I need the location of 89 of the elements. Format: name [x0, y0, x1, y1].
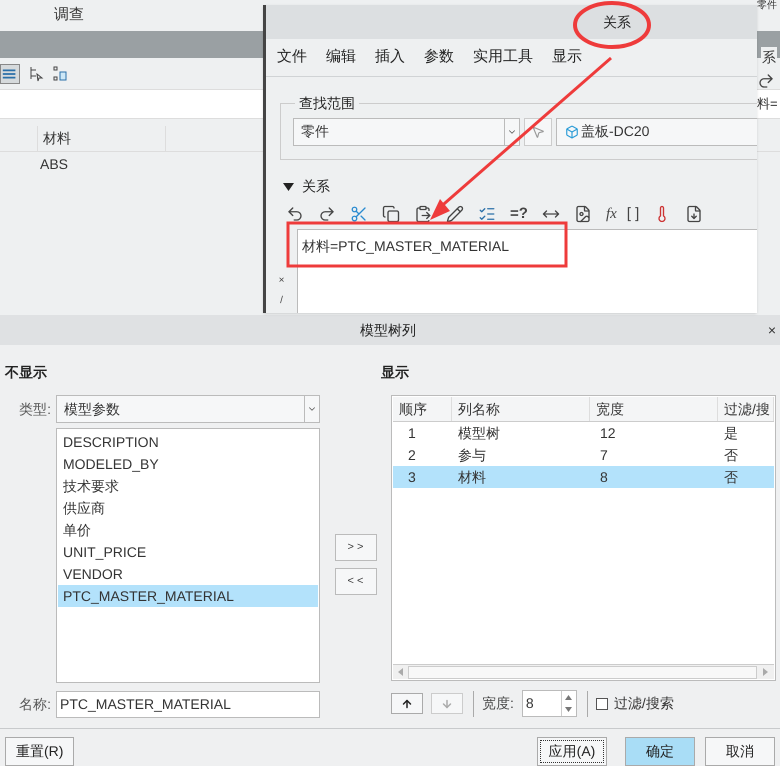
field-label: 名称:	[18, 695, 51, 714]
tab-label[interactable]: 调查	[54, 4, 84, 27]
column-header[interactable]: 列名称	[452, 397, 590, 421]
list-item[interactable]: PTC_MASTER_MATERIAL	[58, 585, 318, 607]
table-cell-text: 8	[599, 468, 609, 486]
list-item[interactable]: 技术要求	[58, 475, 318, 497]
section-label: 关系	[302, 177, 330, 196]
relation-editor[interactable]: 材料=PTC_MASTER_MATERIAL	[297, 229, 757, 313]
relation-text: 材料=PTC_MASTER_MATERIAL	[302, 238, 510, 254]
table-cell-text: 参与	[457, 446, 487, 464]
ok-button[interactable]: 确定	[625, 737, 695, 766]
menu-item[interactable]: 实用工具	[473, 46, 533, 69]
table-cell-text: 12	[599, 424, 617, 442]
list-item[interactable]: 单价	[58, 519, 318, 541]
pencil-icon[interactable]	[446, 205, 464, 223]
down-arrow-icon	[441, 698, 453, 710]
relation-text: 料=	[757, 95, 778, 113]
table-row[interactable]: 2 参与 7 否	[393, 444, 774, 466]
window-title: 关系	[603, 12, 631, 32]
part-icon	[565, 124, 579, 138]
panel-label: 零件	[757, 0, 777, 11]
select-button[interactable]	[524, 118, 552, 146]
redo-icon[interactable]	[757, 72, 775, 90]
menu-item[interactable]: 文件	[277, 46, 307, 69]
menu-item[interactable]: 插入	[375, 46, 405, 69]
collapse-triangle-icon[interactable]	[283, 182, 294, 190]
column-header[interactable]: 过滤/搜	[718, 397, 774, 421]
list-item[interactable]: MODELED_BY	[58, 453, 318, 475]
tree-columns-icon[interactable]	[52, 66, 68, 82]
copy-icon[interactable]	[382, 205, 400, 223]
down-arrow-icon[interactable]	[565, 707, 572, 712]
tree-filter-icon[interactable]	[28, 66, 44, 82]
table-cell-text: 3	[407, 468, 417, 486]
gutter-mark: ×	[278, 275, 284, 287]
list-item[interactable]: UNIT_PRICE	[58, 541, 318, 563]
field-label: 宽度:	[482, 694, 514, 713]
layers-icon[interactable]	[0, 64, 20, 84]
column-header[interactable]: 顺序	[393, 397, 452, 421]
cancel-button[interactable]: 取消	[705, 737, 775, 766]
gutter-mark: /	[280, 295, 283, 307]
filter-checkbox[interactable]	[596, 698, 608, 710]
table-row[interactable]: 3 材料 8 否	[393, 466, 774, 488]
undo-icon[interactable]	[286, 205, 304, 223]
evaluate-tool[interactable]: =?	[510, 202, 528, 226]
redo-icon[interactable]	[318, 205, 336, 223]
function-tool[interactable]: fx	[606, 202, 617, 226]
table-cell-text: 7	[599, 446, 609, 464]
column-header[interactable]: 宽度	[590, 397, 718, 421]
type-dropdown[interactable]: 模型参数	[56, 395, 320, 423]
cut-icon[interactable]	[350, 205, 368, 223]
menu-item[interactable]: 参数	[424, 46, 454, 69]
type-dropdown[interactable]: 零件	[293, 118, 520, 146]
table-cell-text: 2	[407, 446, 417, 464]
window-title: 模型树列	[360, 320, 416, 340]
file-icon[interactable]	[685, 205, 704, 223]
pointer-icon	[531, 124, 545, 138]
reset-button[interactable]: 重置(R)	[5, 737, 74, 766]
menu-item[interactable]: 编辑	[326, 46, 356, 69]
table-cell-text: 1	[407, 424, 417, 442]
apply-button[interactable]: 应用(A)	[537, 737, 607, 766]
table-row[interactable]: 1 模型树 12 是	[393, 422, 774, 444]
table-cell-text: 是	[723, 424, 739, 442]
table-cell-text: 材料	[457, 468, 487, 486]
remove-button[interactable]: < <	[334, 568, 376, 595]
section-heading: 显示	[381, 363, 410, 382]
brackets-tool[interactable]: [ ]	[626, 202, 640, 226]
checkbox-label: 过滤/搜索	[614, 694, 674, 713]
table-cell-text: 模型树	[457, 424, 501, 442]
paste-icon[interactable]	[414, 205, 432, 223]
menu-item[interactable]: 显示	[552, 46, 582, 69]
column-header[interactable]: 材料	[43, 128, 71, 149]
section-heading: 不显示	[5, 363, 48, 382]
up-arrow-icon	[401, 698, 413, 710]
field-label: 类型:	[18, 400, 51, 418]
table-cell-text: 否	[723, 446, 739, 464]
move-up-button[interactable]	[391, 693, 423, 714]
table-cell-text: ABS	[40, 154, 68, 174]
list-icon[interactable]	[478, 205, 496, 223]
width-spinbox[interactable]: 8	[522, 690, 577, 717]
add-button[interactable]: > >	[334, 534, 376, 561]
model-field[interactable]: 盖板-DC20	[556, 118, 757, 146]
table-cell-text: 否	[723, 468, 739, 486]
up-arrow-icon[interactable]	[565, 694, 572, 700]
list-item[interactable]: VENDOR	[58, 563, 318, 585]
name-field[interactable]: PTC_MASTER_MATERIAL	[56, 691, 320, 718]
list-item[interactable]: 供应商	[58, 497, 318, 519]
close-button[interactable]: ×	[768, 320, 776, 340]
list-item[interactable]: DESCRIPTION	[58, 431, 318, 453]
image-icon[interactable]	[574, 205, 592, 223]
